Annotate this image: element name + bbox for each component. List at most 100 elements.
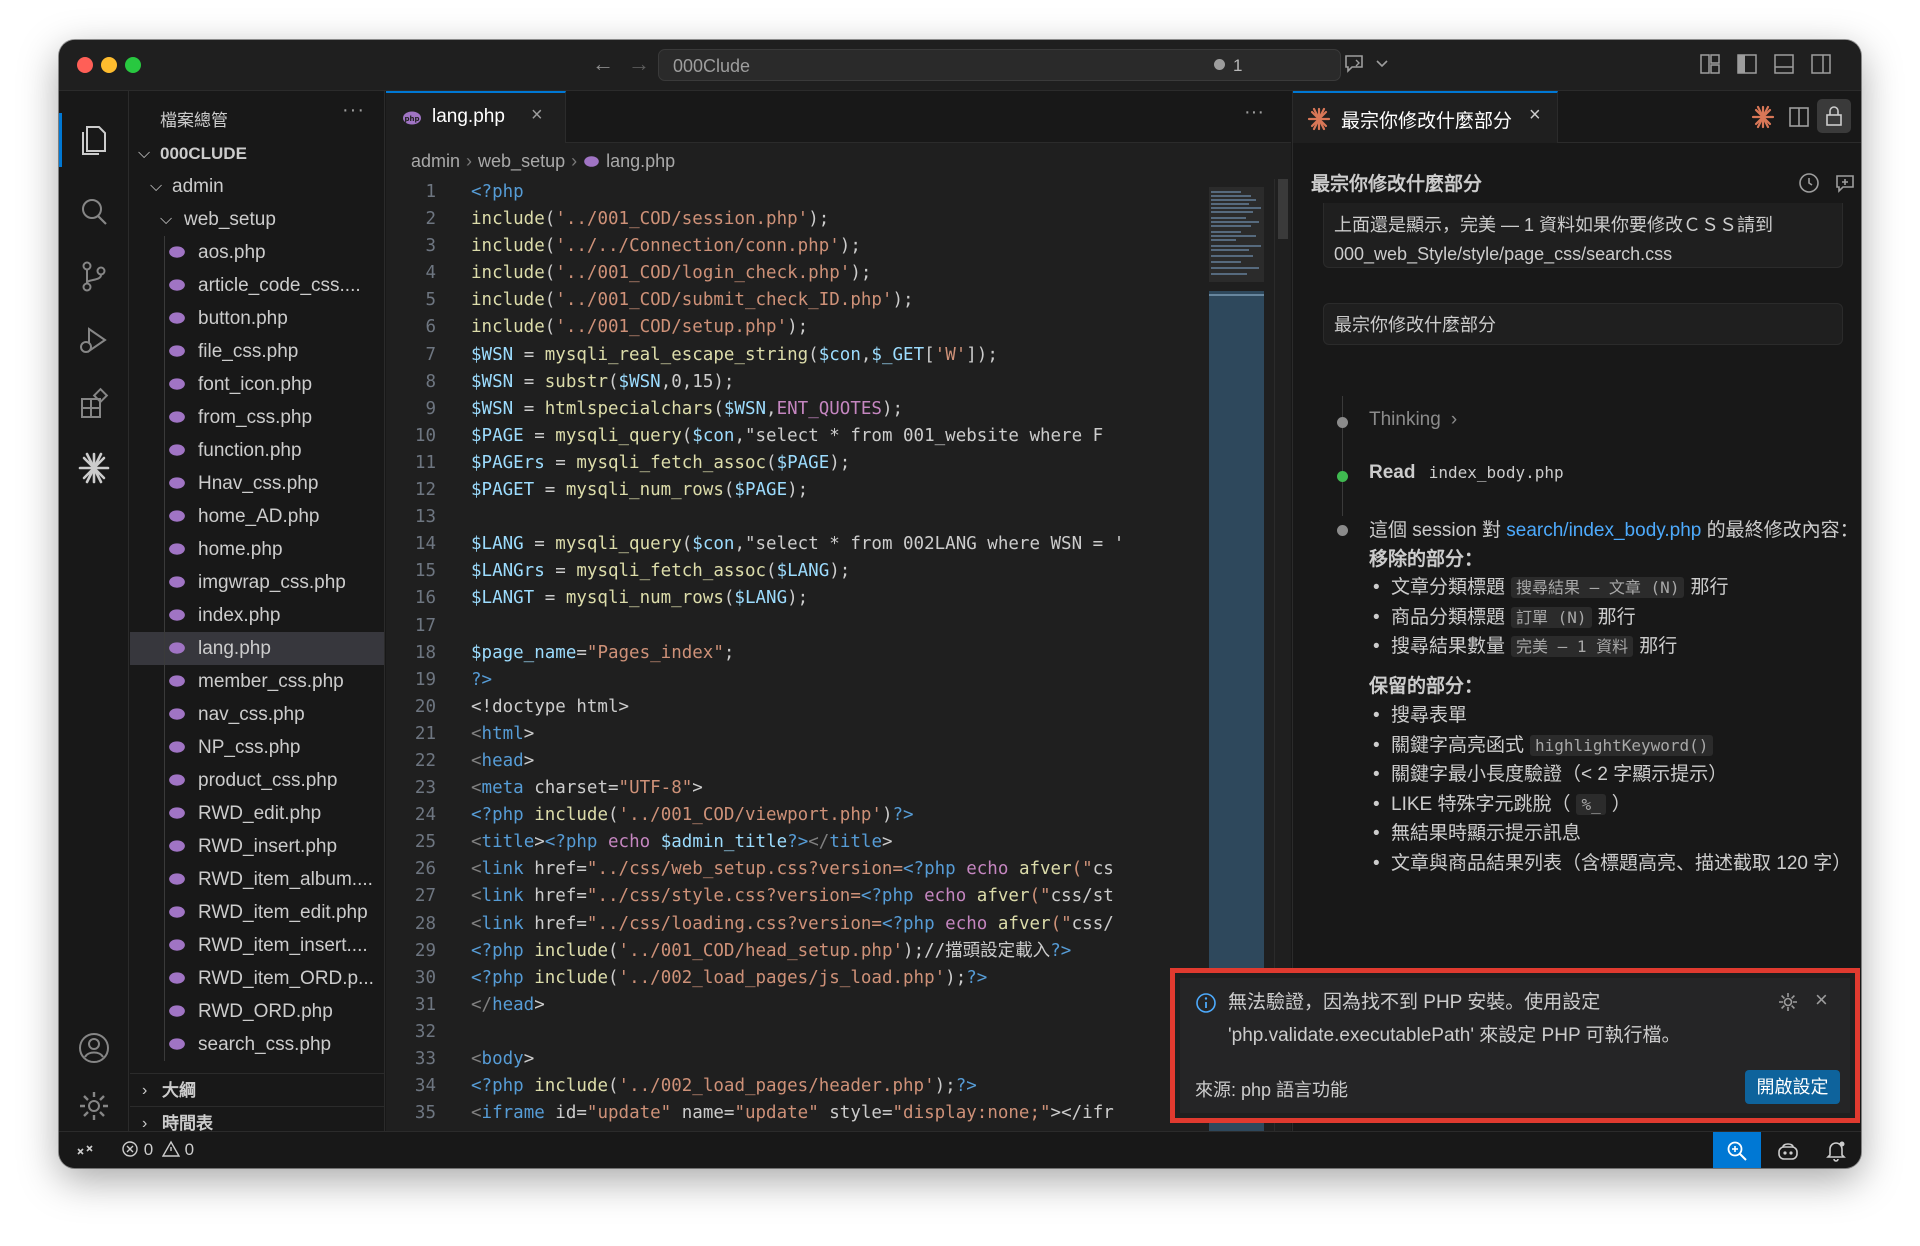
- breadcrumb-item[interactable]: lang.php: [606, 151, 675, 171]
- code-line[interactable]: 11 $PAGErs = mysqli_fetch_assoc($PAGE);: [386, 450, 1199, 477]
- code-line[interactable]: 6 include('../001_COD/setup.php');: [386, 314, 1199, 341]
- breadcrumb-item[interactable]: admin: [411, 151, 460, 171]
- tree-file[interactable]: aos.php: [130, 236, 384, 269]
- code-line[interactable]: 13: [386, 504, 1199, 531]
- code-line[interactable]: 27 <link href="../css/style.css?version=<…: [386, 883, 1199, 910]
- tree-folder-web-setup[interactable]: ⌵ web_setup: [130, 203, 384, 236]
- close-notification-icon[interactable]: ×: [1815, 987, 1828, 1013]
- code-line[interactable]: 4 include('../001_COD/login_check.php');: [386, 260, 1199, 287]
- tree-file[interactable]: RWD_edit.php: [130, 797, 384, 830]
- tree-file[interactable]: product_css.php: [130, 764, 384, 797]
- tree-file[interactable]: nav_css.php: [130, 698, 384, 731]
- copilot-icon[interactable]: [1776, 1140, 1800, 1167]
- code-line[interactable]: 1 <?php: [386, 179, 1199, 206]
- notifications-bell-icon[interactable]: [1826, 1140, 1846, 1167]
- back-arrow-icon[interactable]: ←: [589, 50, 617, 78]
- chat-icon[interactable]: [1342, 51, 1368, 77]
- tree-file[interactable]: home.php: [130, 533, 384, 566]
- code-line[interactable]: 7 $WSN = mysqli_real_escape_string($con,$…: [386, 342, 1199, 369]
- code-line[interactable]: 33 <body>: [386, 1046, 1199, 1073]
- problems-status[interactable]: 0 0: [121, 1140, 194, 1160]
- code-line[interactable]: 8 $WSN = substr($WSN,0,15);: [386, 369, 1199, 396]
- extensions-icon[interactable]: [75, 385, 113, 423]
- tree-file[interactable]: RWD_ORD.php: [130, 995, 384, 1028]
- tab-chat-session[interactable]: 最宗你修改什麼部分 ×: [1293, 91, 1558, 143]
- code-line[interactable]: 10 $PAGE = mysqli_query($con,"select * fr…: [386, 423, 1199, 450]
- code-line[interactable]: 17: [386, 613, 1199, 640]
- tree-folder-root[interactable]: ⌵ 000CLUDE: [130, 137, 384, 170]
- close-tab-icon[interactable]: ×: [531, 104, 543, 127]
- open-settings-button[interactable]: 開啟設定: [1745, 1070, 1840, 1104]
- tree-file[interactable]: RWD_item_insert....: [130, 929, 384, 962]
- tree-file[interactable]: RWD_insert.php: [130, 830, 384, 863]
- code-line[interactable]: 29 <?php include('../001_COD/head_setup.p…: [386, 938, 1199, 965]
- tree-file[interactable]: imgwrap_css.php: [130, 566, 384, 599]
- code-line[interactable]: 19 ?>: [386, 667, 1199, 694]
- gear-icon[interactable]: [1777, 991, 1799, 1013]
- claude-icon[interactable]: [75, 449, 113, 487]
- explorer-more-actions[interactable]: ···: [342, 99, 365, 122]
- source-control-icon[interactable]: [75, 257, 113, 295]
- code-line[interactable]: 24 <?php include('../001_COD/viewport.php…: [386, 802, 1199, 829]
- tab-lang-php[interactable]: php lang.php ×: [386, 91, 566, 143]
- code-line[interactable]: 3 include('../../Connection/conn.php');: [386, 233, 1199, 260]
- code-line[interactable]: 25 <title><?php echo $admin_title?></titl…: [386, 829, 1199, 856]
- forward-arrow-icon[interactable]: →: [625, 50, 653, 78]
- code-line[interactable]: 23 <meta charset="UTF-8">: [386, 775, 1199, 802]
- outline-section[interactable]: › 大綱: [130, 1073, 384, 1106]
- code-line[interactable]: 35 <iframe id="update" name="update" styl…: [386, 1100, 1199, 1127]
- tree-file[interactable]: button.php: [130, 302, 384, 335]
- tree-file[interactable]: RWD_item_edit.php: [130, 896, 384, 929]
- breadcrumb-item[interactable]: web_setup: [478, 151, 565, 171]
- toggle-secondary-sidebar-icon[interactable]: [1808, 51, 1834, 77]
- tree-file[interactable]: Hnav_css.php: [130, 467, 384, 500]
- changes-badge[interactable]: 1: [1214, 56, 1242, 76]
- new-chat-icon[interactable]: [1833, 171, 1857, 195]
- tree-folder-admin[interactable]: ⌵ admin: [130, 170, 384, 203]
- code-editor[interactable]: 1 <?php 2 include('../001_COD/session.php')…: [386, 179, 1199, 1131]
- file-link[interactable]: search/index_body.php: [1506, 520, 1701, 541]
- code-line[interactable]: 15 $LANGrs = mysqli_fetch_assoc($LANG);: [386, 558, 1199, 585]
- run-debug-icon[interactable]: [75, 321, 113, 359]
- code-line[interactable]: 26 <link href="../css/web_setup.css?versi…: [386, 856, 1199, 883]
- code-line[interactable]: 31 </head>: [386, 992, 1199, 1019]
- code-line[interactable]: 5 include('../001_COD/submit_check_ID.php…: [386, 287, 1199, 314]
- account-icon[interactable]: [75, 1029, 113, 1067]
- tree-file[interactable]: from_css.php: [130, 401, 384, 434]
- code-line[interactable]: 21 <html>: [386, 721, 1199, 748]
- tree-file[interactable]: search_css.php: [130, 1028, 384, 1061]
- tree-file[interactable]: member_css.php: [130, 665, 384, 698]
- tree-file[interactable]: lang.php: [130, 632, 384, 665]
- tree-file[interactable]: RWD_item_ORD.p...: [130, 962, 384, 995]
- code-line[interactable]: 9 $WSN = htmlspecialchars($WSN,ENT_QUOTES…: [386, 396, 1199, 423]
- tree-file[interactable]: NP_css.php: [130, 731, 384, 764]
- toggle-panel-icon[interactable]: [1771, 51, 1797, 77]
- tree-file[interactable]: home_AD.php: [130, 500, 384, 533]
- tree-file[interactable]: function.php: [130, 434, 384, 467]
- code-line[interactable]: 2 include('../001_COD/session.php');: [386, 206, 1199, 233]
- code-line[interactable]: 34 <?php include('../002_load_pages/heade…: [386, 1073, 1199, 1100]
- lock-group-button[interactable]: [1817, 99, 1851, 133]
- command-center[interactable]: 000Clude 1: [658, 49, 1341, 81]
- close-tab-icon[interactable]: ×: [1529, 104, 1541, 127]
- chevron-down-icon[interactable]: [1369, 51, 1395, 77]
- code-line[interactable]: 22 <head>: [386, 748, 1199, 775]
- code-line[interactable]: 18 $page_name="Pages_index";: [386, 640, 1199, 667]
- toggle-primary-sidebar-icon[interactable]: [1734, 51, 1760, 77]
- zoom-window-button[interactable]: [125, 57, 141, 73]
- tree-file[interactable]: font_icon.php: [130, 368, 384, 401]
- code-line[interactable]: 12 $PAGET = mysqli_num_rows($PAGE);: [386, 477, 1199, 504]
- code-line[interactable]: 28 <link href="../css/loading.css?version…: [386, 911, 1199, 938]
- tree-file[interactable]: RWD_item_album....: [130, 863, 384, 896]
- settings-gear-icon[interactable]: [75, 1087, 113, 1125]
- tree-file[interactable]: article_code_css....: [130, 269, 384, 302]
- minimize-window-button[interactable]: [101, 57, 117, 73]
- code-line[interactable]: 16 $LANGT = mysqli_num_rows($LANG);: [386, 585, 1199, 612]
- read-tool-call[interactable]: Read index_body.php: [1369, 462, 1564, 484]
- code-line[interactable]: 30 <?php include('../002_load_pages/js_lo…: [386, 965, 1199, 992]
- search-icon[interactable]: [75, 193, 113, 231]
- history-icon[interactable]: [1797, 171, 1821, 195]
- code-line[interactable]: 32: [386, 1019, 1199, 1046]
- close-window-button[interactable]: [77, 57, 93, 73]
- tree-file[interactable]: file_css.php: [130, 335, 384, 368]
